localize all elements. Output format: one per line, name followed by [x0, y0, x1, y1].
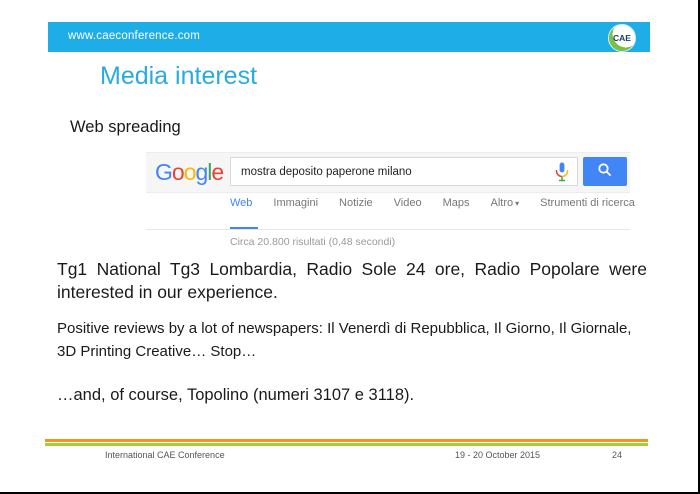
tab-notizie[interactable]: Notizie: [339, 197, 373, 209]
footer-page-number: 24: [612, 450, 622, 460]
cae-logo-text: CAE: [613, 34, 631, 43]
page-title: Media interest: [100, 62, 257, 91]
tab-web[interactable]: Web: [230, 197, 252, 209]
footer-rule-green: [45, 443, 648, 446]
chevron-down-icon: ▾: [515, 199, 519, 208]
tab-altro[interactable]: Altro▾: [491, 197, 520, 209]
footer-conference-name: International CAE Conference: [105, 450, 225, 460]
header-bar: www.caeconference.com CAE: [48, 22, 650, 52]
tabs-divider: [146, 229, 630, 230]
conference-url[interactable]: www.caeconference.com: [68, 30, 200, 42]
google-tab-bar: Web Immagini Notizie Video Maps Altro▾ S…: [230, 197, 635, 209]
paragraph-newspapers: Positive reviews by a lot of newspapers:…: [57, 318, 647, 363]
google-logo-letter: o: [172, 159, 184, 185]
google-logo: Google: [155, 159, 223, 186]
google-logo-letter: o: [184, 159, 196, 185]
footer-rule-orange: [45, 439, 648, 442]
paragraph-topolino: …and, of course, Topolino (numeri 3107 e…: [57, 386, 647, 405]
google-logo-letter: G: [155, 159, 172, 185]
footer-date: 19 - 20 October 2015: [455, 450, 540, 460]
tab-strumenti[interactable]: Strumenti di ricerca: [540, 197, 635, 209]
paragraph-media: Tg1 National Tg3 Lombardia, Radio Sole 2…: [57, 258, 647, 304]
results-stats: Circa 20.800 risultati (0,48 secondi): [230, 236, 395, 248]
tab-maps[interactable]: Maps: [443, 197, 470, 209]
cae-logo: CAE: [608, 24, 636, 52]
tab-immagini[interactable]: Immagini: [273, 197, 318, 209]
google-logo-letter: g: [195, 159, 207, 185]
search-icon: [597, 162, 613, 181]
google-logo-letter: e: [211, 159, 223, 185]
subtitle: Web spreading: [70, 118, 181, 137]
slide: www.caeconference.com CAE Media interest…: [0, 0, 700, 494]
microphone-icon[interactable]: [555, 162, 569, 182]
google-search-screenshot: Google Web Immagini Notizie: [135, 150, 632, 254]
search-input[interactable]: [230, 157, 578, 186]
search-button[interactable]: [583, 157, 627, 186]
tab-video[interactable]: Video: [394, 197, 422, 209]
